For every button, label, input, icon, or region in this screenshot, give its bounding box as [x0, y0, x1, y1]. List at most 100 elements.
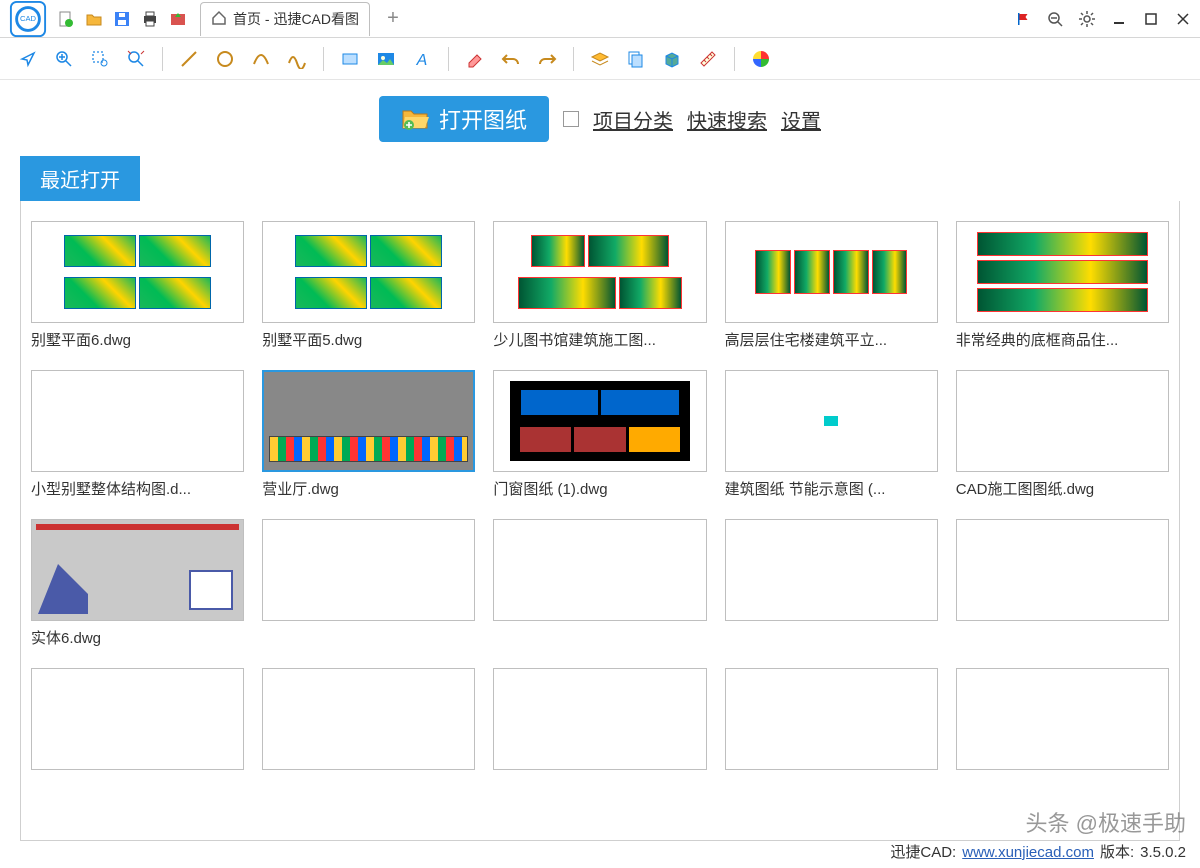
home-icon — [211, 10, 227, 29]
file-card[interactable]: 非常经典的底框商品住... — [956, 221, 1169, 350]
file-thumbnail — [725, 370, 938, 472]
separator — [162, 47, 163, 71]
file-card[interactable]: 少儿图书馆建筑施工图... — [493, 221, 706, 350]
file-card[interactable]: CAD施工图图纸.dwg — [956, 370, 1169, 499]
file-grid: 别墅平面6.dwg 别墅平面5.dwg 少儿图书馆建筑施工图... 高层层住宅楼建筑平… — [31, 221, 1169, 770]
zoom-in-tool-icon[interactable] — [50, 45, 78, 73]
separator — [734, 47, 735, 71]
file-card[interactable] — [31, 668, 244, 770]
file-name: 高层层住宅楼建筑平立... — [725, 329, 938, 350]
file-card[interactable] — [725, 668, 938, 770]
folder-open-icon — [401, 107, 429, 131]
file-card[interactable]: 高层层住宅楼建筑平立... — [725, 221, 938, 350]
3d-box-icon[interactable] — [658, 45, 686, 73]
toolbar: A — [0, 38, 1200, 80]
file-thumbnail — [956, 221, 1169, 323]
file-card[interactable] — [956, 668, 1169, 770]
layer-icon[interactable] — [586, 45, 614, 73]
flag-icon[interactable] — [1012, 8, 1034, 30]
separator — [448, 47, 449, 71]
footer-url[interactable]: www.xunjiecad.com — [962, 844, 1094, 861]
open-file-icon[interactable] — [82, 7, 106, 31]
file-name: 少儿图书馆建筑施工图... — [493, 329, 706, 350]
line-tool-icon[interactable] — [175, 45, 203, 73]
new-file-icon[interactable] — [54, 7, 78, 31]
rect-tool-icon[interactable] — [336, 45, 364, 73]
open-drawing-button[interactable]: 打开图纸 — [379, 96, 549, 142]
settings-link[interactable]: 设置 — [781, 105, 821, 134]
measure-icon[interactable] — [694, 45, 722, 73]
recent-tab[interactable]: 最近打开 — [20, 156, 140, 201]
image-tool-icon[interactable] — [372, 45, 400, 73]
new-tab-button[interactable]: + — [380, 6, 406, 32]
file-thumbnail — [956, 668, 1169, 770]
export-icon[interactable] — [166, 7, 190, 31]
zoom-extents-icon[interactable] — [122, 45, 150, 73]
file-thumbnail — [725, 221, 938, 323]
undo-icon[interactable] — [497, 45, 525, 73]
separator — [573, 47, 574, 71]
file-card[interactable] — [725, 519, 938, 648]
redo-icon[interactable] — [533, 45, 561, 73]
open-button-label: 打开图纸 — [439, 103, 527, 135]
file-card[interactable]: 建筑图纸 节能示意图 (... — [725, 370, 938, 499]
link-row: 项目分类 快速搜索 设置 — [563, 105, 821, 134]
eraser-icon[interactable] — [461, 45, 489, 73]
file-card[interactable]: 营业厅.dwg — [262, 370, 475, 499]
save-icon[interactable] — [110, 7, 134, 31]
quick-search-link[interactable]: 快速搜索 — [687, 105, 767, 134]
home-tab[interactable]: 首页 - 迅捷CAD看图 — [200, 2, 370, 36]
tab-title: 首页 - 迅捷CAD看图 — [233, 9, 359, 29]
file-card[interactable]: 实体6.dwg — [31, 519, 244, 648]
category-checkbox[interactable] — [563, 111, 579, 127]
file-card[interactable] — [262, 519, 475, 648]
file-card[interactable]: 别墅平面6.dwg — [31, 221, 244, 350]
settings-gear-icon[interactable] — [1076, 8, 1098, 30]
file-card[interactable]: 别墅平面5.dwg — [262, 221, 475, 350]
print-icon[interactable] — [138, 7, 162, 31]
file-thumbnail — [31, 221, 244, 323]
zoom-out-icon[interactable] — [1044, 8, 1066, 30]
file-name: 建筑图纸 节能示意图 (... — [725, 478, 938, 499]
file-thumbnail — [725, 668, 938, 770]
file-card[interactable] — [956, 519, 1169, 648]
file-name: CAD施工图图纸.dwg — [956, 478, 1169, 499]
close-button[interactable] — [1172, 8, 1194, 30]
file-card[interactable] — [262, 668, 475, 770]
file-thumbnail — [956, 370, 1169, 472]
arc-tool-icon[interactable] — [247, 45, 275, 73]
file-name: 小型别墅整体结构图.d... — [31, 478, 244, 499]
minimize-button[interactable] — [1108, 8, 1130, 30]
file-name: 非常经典的底框商品住... — [956, 329, 1169, 350]
text-tool-icon[interactable]: A — [408, 45, 436, 73]
file-card[interactable]: 门窗图纸 (1).dwg — [493, 370, 706, 499]
file-name: 别墅平面6.dwg — [31, 329, 244, 350]
category-link[interactable]: 项目分类 — [593, 105, 673, 134]
file-name: 实体6.dwg — [31, 627, 244, 648]
app-logo: CAD — [6, 0, 50, 41]
file-thumbnail — [725, 519, 938, 621]
recent-files-panel: 别墅平面6.dwg 别墅平面5.dwg 少儿图书馆建筑施工图... 高层层住宅楼建筑平… — [20, 201, 1180, 841]
file-thumbnail — [262, 370, 475, 472]
file-thumbnail — [493, 221, 706, 323]
file-card[interactable]: 小型别墅整体结构图.d... — [31, 370, 244, 499]
file-thumbnail — [262, 221, 475, 323]
zoom-window-icon[interactable] — [86, 45, 114, 73]
file-thumbnail — [956, 519, 1169, 621]
circle-tool-icon[interactable] — [211, 45, 239, 73]
file-card[interactable] — [493, 519, 706, 648]
file-name: 营业厅.dwg — [262, 478, 475, 499]
color-wheel-icon[interactable] — [747, 45, 775, 73]
file-thumbnail — [493, 519, 706, 621]
spline-tool-icon[interactable] — [283, 45, 311, 73]
file-thumbnail — [262, 668, 475, 770]
pan-tool-icon[interactable] — [14, 45, 42, 73]
file-thumbnail — [31, 519, 244, 621]
svg-text:A: A — [416, 52, 428, 69]
maximize-button[interactable] — [1140, 8, 1162, 30]
file-card[interactable] — [493, 668, 706, 770]
copy-icon[interactable] — [622, 45, 650, 73]
separator — [323, 47, 324, 71]
file-thumbnail — [31, 668, 244, 770]
svg-text:CAD: CAD — [20, 13, 37, 22]
